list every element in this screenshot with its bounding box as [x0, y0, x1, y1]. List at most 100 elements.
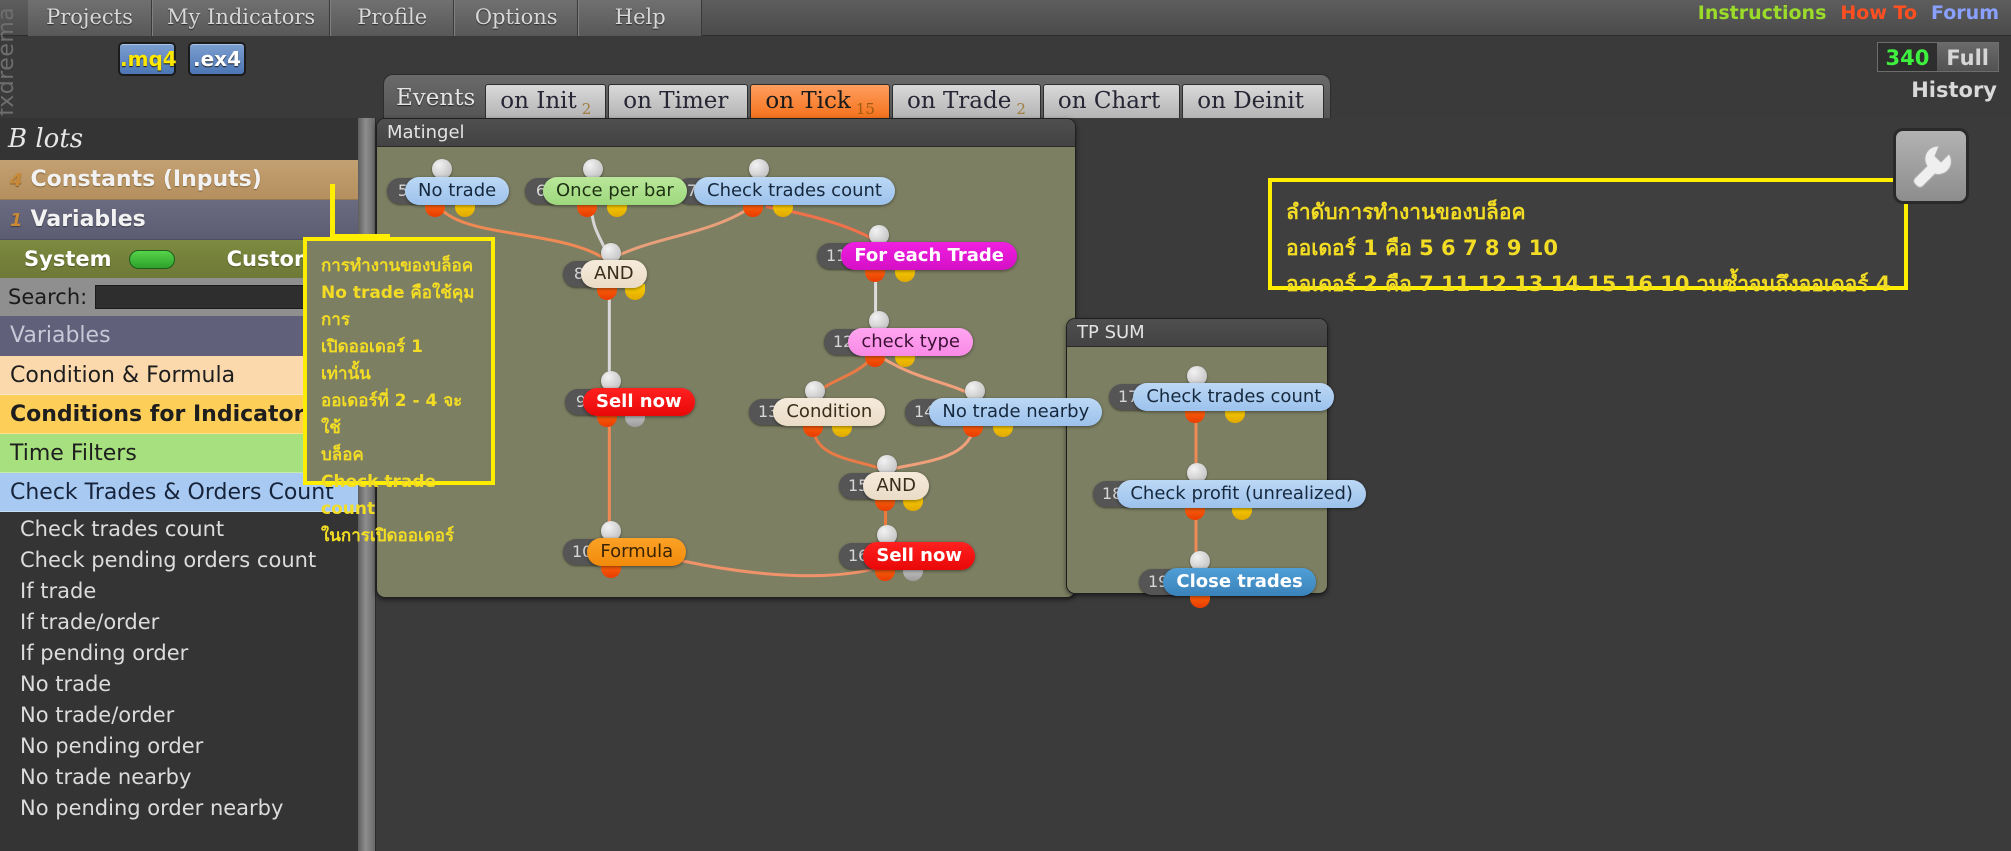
- node-6-input-dot[interactable]: [583, 159, 603, 179]
- link-forum[interactable]: Forum: [1931, 2, 1999, 24]
- counter-mode-full[interactable]: Full: [1937, 43, 1998, 71]
- node-9[interactable]: 9 Sell now: [565, 387, 695, 417]
- node-8-label: AND: [581, 260, 647, 288]
- note-left-line-6: Check trade count: [321, 472, 437, 519]
- tab-on-deinit[interactable]: on Deinit: [1182, 84, 1325, 118]
- note-left-line-1: การทำงานของบล็อค: [321, 256, 474, 276]
- menu-item-help[interactable]: Help: [578, 0, 703, 36]
- list-item[interactable]: No trade/order: [14, 700, 375, 731]
- node-8[interactable]: 8 AND: [563, 259, 647, 289]
- wrench-icon-glyph: [1913, 145, 1952, 188]
- export-ex4-button[interactable]: .ex4: [188, 42, 246, 76]
- events-tab-bar: Events on Init 2 on Timer on Tick 15 on Tr…: [383, 74, 1332, 118]
- tab-on-deinit-label: on Deinit: [1197, 88, 1305, 114]
- node-15[interactable]: 15 AND: [839, 471, 929, 501]
- node-13[interactable]: 13 Condition: [749, 397, 886, 427]
- note-leader-line-vertical: [330, 184, 335, 240]
- events-label: Events: [396, 85, 476, 111]
- node-17[interactable]: 17 Check trades count: [1109, 382, 1335, 412]
- search-label: Search:: [8, 285, 88, 309]
- main-menu: Projects My Indicators Profile Options H…: [28, 0, 703, 36]
- wrench-icon[interactable]: [1893, 128, 1969, 204]
- node-7-input-dot[interactable]: [749, 159, 769, 179]
- list-item[interactable]: No trade nearby: [14, 762, 375, 793]
- tab-on-tick-count: 15: [855, 99, 875, 118]
- list-item[interactable]: No pending order: [14, 731, 375, 762]
- node-18-label: Check profit (unrealized): [1117, 480, 1366, 508]
- menu-item-options[interactable]: Options: [454, 0, 579, 36]
- node-7[interactable]: 7 Check trades count: [676, 176, 895, 206]
- annotation-note-left: การทำงานของบล็อค No trade คือใช้คุมการ เ…: [303, 237, 495, 546]
- note-left-line-3: เปิดออเดอร์ 1 เท่านั้น: [321, 337, 423, 384]
- variables-label: Variables: [30, 207, 146, 232]
- tab-on-trade-count: 2: [1016, 99, 1026, 118]
- node-10-label: Formula: [587, 538, 687, 566]
- node-7-label: Check trades count: [694, 177, 895, 205]
- list-item[interactable]: If trade: [14, 576, 375, 607]
- sidebar-item-variables[interactable]: 1 Variables: [0, 200, 375, 240]
- node-14-label: No trade nearby: [929, 398, 1103, 426]
- node-13-label: Condition: [773, 398, 886, 426]
- constants-label: Constants (Inputs): [30, 167, 262, 192]
- tab-on-timer[interactable]: on Timer: [608, 84, 749, 118]
- tab-on-chart[interactable]: on Chart: [1042, 84, 1181, 118]
- note-right-line-3: ออเดอร์ 2 คือ 7 11 12 13 14 15 16 10 วนซ…: [1286, 272, 1891, 296]
- tab-on-chart-label: on Chart: [1057, 88, 1161, 114]
- list-item[interactable]: If trade/order: [14, 607, 375, 638]
- note-right-line-2: ออเดอร์ 1 คือ 5 6 7 8 9 10: [1286, 236, 1558, 260]
- node-18[interactable]: 18 Check profit (unrealized): [1093, 479, 1366, 509]
- node-11[interactable]: 11 For each Trade: [817, 241, 1017, 271]
- list-item[interactable]: If pending order: [14, 638, 375, 669]
- node-10[interactable]: 10 Formula: [563, 537, 687, 567]
- tab-on-trade-label: on Trade: [906, 88, 1012, 114]
- top-links: Instructions How To Forum: [1698, 2, 1999, 24]
- note-left-line-5: บล็อค: [321, 445, 364, 465]
- history-label[interactable]: History: [1911, 78, 1997, 102]
- sidebar-item-constants[interactable]: 4 Constants (Inputs): [0, 160, 375, 200]
- system-toggle[interactable]: [129, 249, 175, 269]
- block-counter[interactable]: 340 Full: [1876, 42, 1999, 72]
- constants-count: 4: [10, 170, 23, 191]
- link-how-to[interactable]: How To: [1840, 2, 1917, 24]
- list-item[interactable]: No pending order nearby: [14, 793, 375, 824]
- tab-on-timer-label: on Timer: [623, 88, 729, 114]
- tab-on-trade[interactable]: on Trade 2: [891, 84, 1041, 118]
- block-count-value: 340: [1885, 46, 1930, 70]
- node-17-label: Check trades count: [1133, 383, 1335, 411]
- node-6-label: Once per bar: [543, 177, 687, 205]
- node-12-label: check type: [848, 328, 973, 356]
- menu-item-projects[interactable]: Projects: [28, 0, 152, 36]
- project-title: B lots: [8, 124, 84, 154]
- group-tp-sum[interactable]: TP SUM 17 Check trades count 18 Check pr…: [1066, 318, 1366, 608]
- list-item[interactable]: No trade: [14, 669, 375, 700]
- node-11-label: For each Trade: [841, 242, 1017, 270]
- node-16[interactable]: 16 Sell now: [839, 541, 975, 571]
- link-instructions[interactable]: Instructions: [1698, 2, 1827, 24]
- group-matingel-title: Matingel: [377, 119, 1075, 147]
- node-12[interactable]: 12 check type: [824, 327, 973, 357]
- node-5-input-dot[interactable]: [432, 159, 452, 179]
- node-6[interactable]: 6 Once per bar: [525, 176, 687, 206]
- tab-on-init-count: 2: [581, 99, 592, 118]
- note-left-line-7: ในการเปิดออเดอร์: [321, 526, 455, 546]
- variables-count: 1: [10, 210, 23, 231]
- tab-on-init[interactable]: on Init 2: [485, 84, 607, 118]
- top-menu-bar: Projects My Indicators Profile Options H…: [0, 0, 2011, 36]
- export-format-buttons: .mq4 .ex4: [118, 42, 246, 76]
- node-19[interactable]: 19 Close trades: [1139, 567, 1316, 597]
- tab-on-tick-label: on Tick: [765, 88, 851, 114]
- app-brand-label: fxdreema: [0, 6, 19, 116]
- note-left-line-2: No trade คือใช้คุมการ: [321, 283, 475, 330]
- export-mq4-button[interactable]: .mq4: [118, 42, 177, 76]
- node-14[interactable]: 14 No trade nearby: [905, 397, 1103, 427]
- system-label: System: [24, 247, 112, 271]
- node-5-label: No trade: [405, 177, 510, 205]
- tab-on-tick[interactable]: on Tick 15: [750, 84, 890, 118]
- node-5[interactable]: 5 No trade: [387, 176, 510, 206]
- node-16-label: Sell now: [863, 542, 975, 570]
- node-15-label: AND: [863, 472, 929, 500]
- menu-item-my-indicators[interactable]: My Indicators: [152, 0, 331, 36]
- menu-item-profile[interactable]: Profile: [330, 0, 455, 36]
- group-tp-sum-title: TP SUM: [1067, 319, 1327, 347]
- tab-on-init-label: on Init: [500, 88, 577, 114]
